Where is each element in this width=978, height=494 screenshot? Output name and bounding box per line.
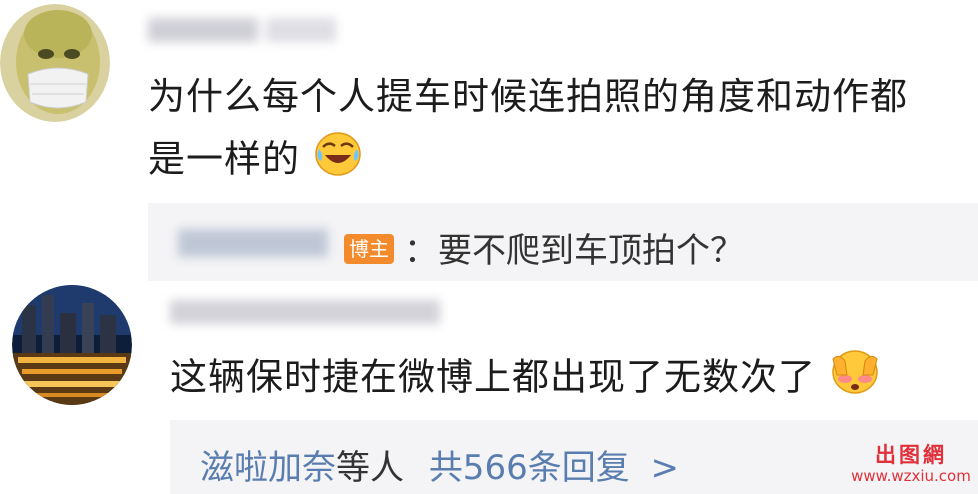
comment-text-content: 这辆保时捷在微博上都出现了无数次了 <box>170 355 816 399</box>
comment-text-line2: 是一样的 <box>148 131 363 191</box>
avatar-image <box>0 4 110 122</box>
reply-author-blurred[interactable] <box>178 227 336 259</box>
comment-text-line2-content: 是一样的 <box>148 137 300 181</box>
reply-names[interactable]: 滋啦加奈 <box>200 448 336 488</box>
chevron-right-icon: > <box>650 448 680 488</box>
avatar-city-user[interactable] <box>12 285 132 405</box>
watermark-logo: 出图網 <box>875 443 947 467</box>
laughing-crying-emoji-icon <box>313 131 363 191</box>
reply-box[interactable]: 博主 ：要不爬到车顶拍个？ <box>148 203 978 281</box>
shy-covering-face-emoji-icon <box>829 349 881 409</box>
author-badge: 博主 <box>344 234 394 264</box>
watermark-url: www.wzxiu.com <box>851 467 971 485</box>
username-blurred[interactable] <box>170 294 450 330</box>
comment-text-line1: 为什么每个人提车时候连拍照的角度和动作都 <box>148 75 908 118</box>
comment-text: 这辆保时捷在微博上都出现了无数次了 <box>170 349 881 409</box>
avatar-mask-user[interactable] <box>0 4 110 122</box>
reply-text: ：要不爬到车顶拍个？ <box>404 231 744 271</box>
watermark: 出图網 www.wzxiu.com <box>850 444 972 492</box>
reply-count[interactable]: 共566条回复 <box>429 448 630 488</box>
username-blurred[interactable] <box>148 14 338 48</box>
reply-names-suffix: 等人 <box>336 448 404 488</box>
replies-summary-link[interactable]: 滋啦加奈等人 共566条回复 > <box>200 444 679 492</box>
avatar-image <box>12 285 132 405</box>
